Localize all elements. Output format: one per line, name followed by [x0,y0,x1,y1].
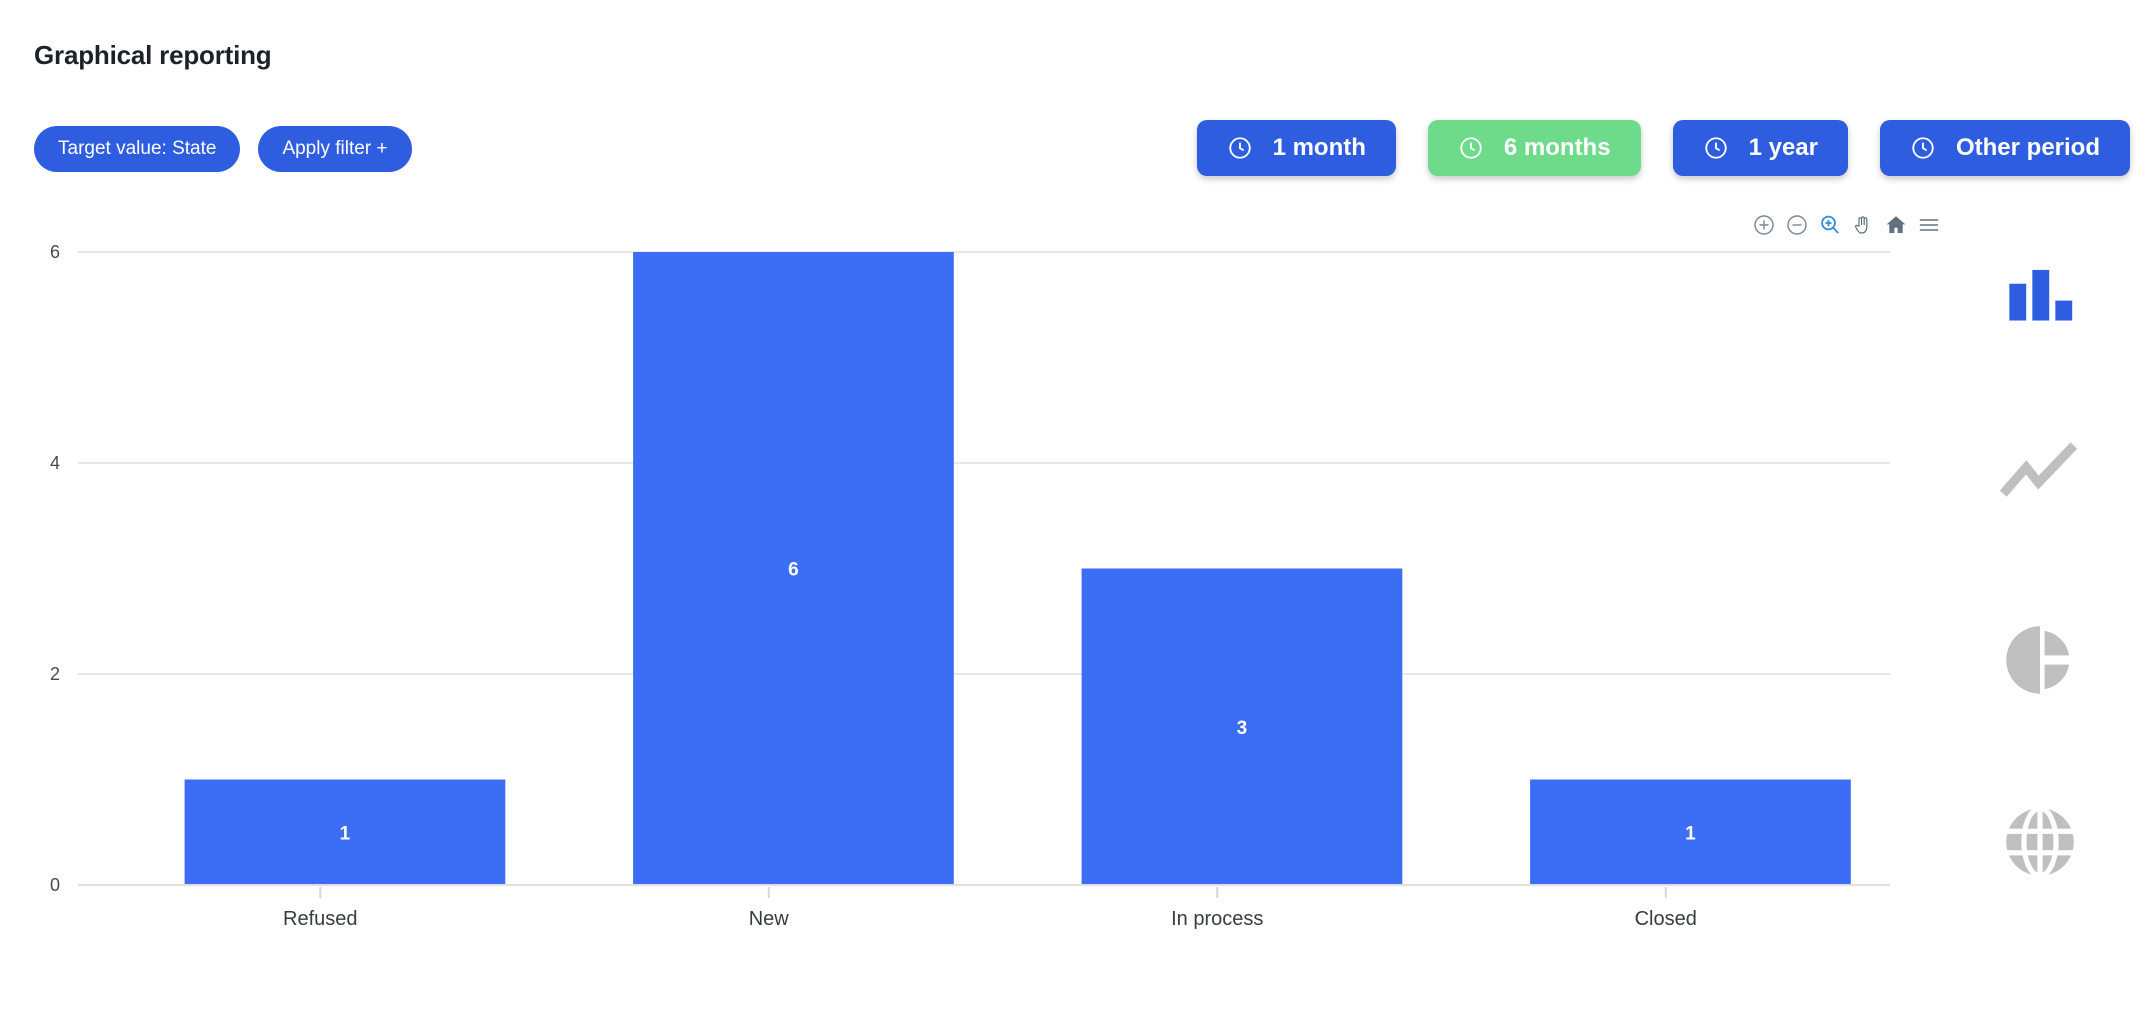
apply-filter-button[interactable]: Apply filter + [258,126,412,172]
y-axis-tick-label: 4 [50,453,60,473]
x-axis-category-label: Closed [1635,908,1697,930]
globe-glyph [2005,805,2074,879]
y-axis-tick-label: 2 [50,664,60,684]
period-label: 6 months [1503,134,1611,161]
clock-icon [1703,135,1729,161]
x-axis-category-label: Refused [283,908,358,930]
period-label: Other period [1955,134,2100,161]
period-label: 1 month [1272,134,1366,161]
clock-icon [1227,135,1253,161]
y-axis-tick-label: 0 [50,875,60,895]
y-axis-tick-label: 6 [50,242,60,262]
line-chart-glyph [1999,442,2077,497]
bar-data-label: 6 [788,560,799,581]
clock-icon [1910,135,1936,161]
chart-canvas[interactable]: 0 2 4 6 1 Refused 6 New 3 In process 1 Closed [0,200,1940,1010]
pie-chart-glyph [2005,626,2069,694]
period-1-year[interactable]: 1 year [1672,120,1848,176]
x-axis-category-label: New [749,908,790,930]
page-title: Graphical reporting [34,40,272,70]
chart-type-rail [1941,205,2138,933]
globe-map-icon[interactable] [1941,751,2138,933]
line-chart-icon[interactable] [1941,387,2138,569]
filter-row: Target value: State Apply filter + [34,126,412,172]
clock-icon [1458,135,1484,161]
bar-data-label: 1 [1685,823,1696,844]
period-1-month[interactable]: 1 month [1196,120,1396,176]
graphical-reporting-page: Graphical reporting Target value: State … [0,0,2138,1026]
period-6-months[interactable]: 6 months [1427,120,1641,176]
bar-data-label: 1 [340,823,351,844]
bar-chart-icon[interactable] [1941,205,2138,387]
period-label: 1 year [1748,134,1818,161]
x-axis-category-label: In process [1171,908,1263,930]
bar-chart[interactable]: 0 2 4 6 1 Refused 6 New 3 In process 1 Closed [0,200,1940,1010]
bar-chart-glyph [2008,269,2072,321]
period-other[interactable]: Other period [1879,120,2130,176]
target-value-filter[interactable]: Target value: State [34,126,241,172]
pie-chart-icon[interactable] [1941,569,2138,751]
period-selector: 1 month 6 months 1 year Other period [1196,120,2130,176]
bar-data-label: 3 [1237,718,1248,739]
